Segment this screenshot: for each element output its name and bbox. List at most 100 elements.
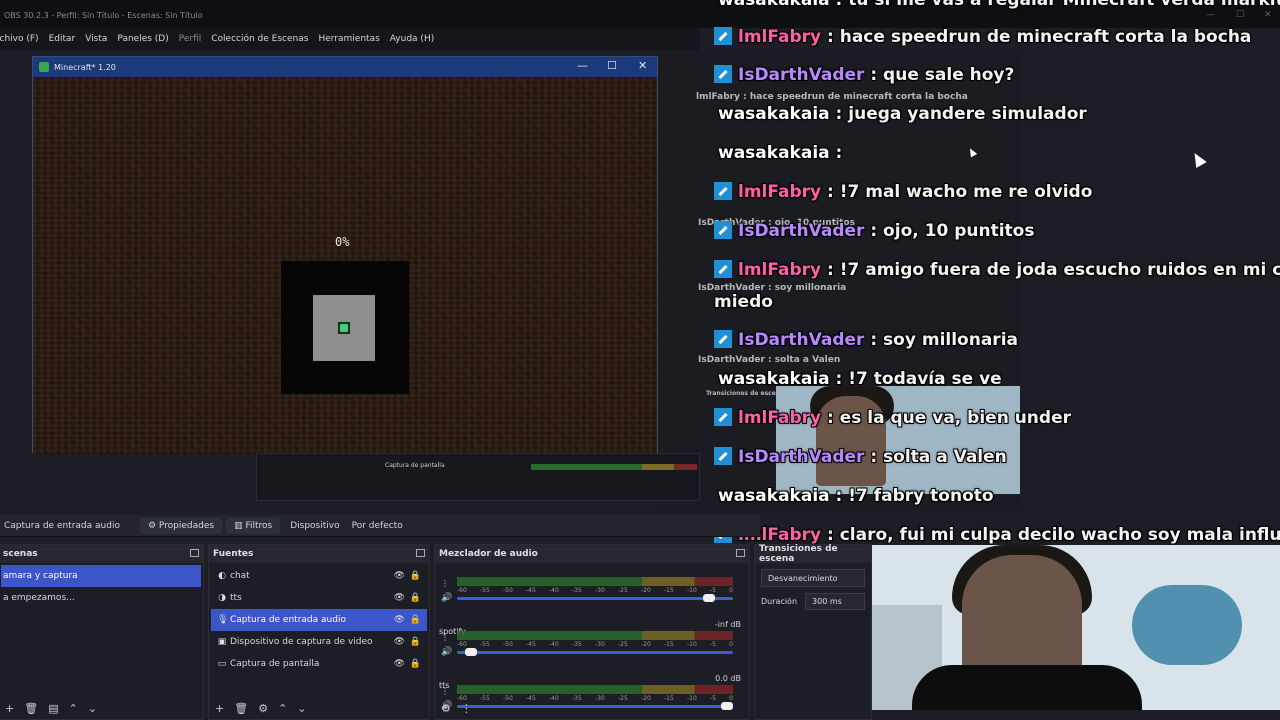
obs-preview-ghost: Captura de pantalla — [256, 453, 700, 501]
meter-tick: -15 — [664, 587, 674, 594]
chat-message: lmlFabry : es la que va, bien under — [714, 408, 1071, 428]
device-select[interactable]: Por defecto — [352, 521, 403, 531]
volume-slider-knob[interactable] — [464, 648, 477, 656]
maximize-icon[interactable]: ☐ — [1236, 10, 1244, 20]
lock-icon[interactable]: 🔒 — [410, 659, 421, 669]
arrow-down-icon[interactable]: ⌄ — [297, 702, 306, 715]
context-source-name: Captura de entrada audio — [4, 520, 120, 531]
source-item[interactable]: ◑ tts 👁 🔒 — [211, 587, 427, 609]
menu-ayuda[interactable]: Ayuda (H) — [390, 34, 434, 44]
lock-icon[interactable]: 🔒 — [410, 615, 421, 625]
chat-username: lmlFabry — [738, 260, 822, 280]
minecraft-loading-screen: 0% — [33, 77, 657, 454]
chat-username: wasakakaia — [718, 143, 830, 163]
lock-icon[interactable]: 🔒 — [410, 571, 421, 581]
scene-item[interactable]: a empezamos... — [1, 587, 201, 609]
source-item[interactable]: ◐ chat 👁 🔒 — [211, 565, 427, 587]
source-item[interactable]: 🎙 Captura de entrada audio 👁 🔒 — [211, 609, 427, 631]
transition-select[interactable]: Desvanecimiento — [761, 569, 865, 587]
minecraft-window[interactable]: Minecraft* 1.20 — ☐ ✕ 0% — [32, 56, 658, 454]
minecraft-titlebar[interactable]: Minecraft* 1.20 — ☐ ✕ — [33, 57, 657, 77]
chat-message: IsDarthVader : ojo, 10 puntitos — [714, 221, 1034, 241]
more-icon[interactable]: ⋮ — [441, 579, 449, 588]
source-label: chat — [230, 571, 250, 581]
eye-icon[interactable]: 👁 — [394, 571, 405, 581]
properties-button[interactable]: ⚙ Propiedades — [139, 517, 223, 534]
eye-icon[interactable]: 👁 — [394, 593, 405, 603]
volume-slider-knob[interactable] — [702, 594, 715, 602]
menu-paneles[interactable]: Paneles (D) — [117, 34, 168, 44]
popout-icon[interactable] — [190, 549, 199, 557]
webcam-preview-small — [776, 386, 1020, 494]
scene-item[interactable]: amara y captura — [1, 565, 201, 587]
meter-tick: -40 — [549, 641, 559, 648]
eye-icon[interactable]: 👁 — [394, 637, 405, 647]
gear-icon[interactable]: ⚙ — [258, 702, 268, 715]
minimize-icon[interactable]: — — [1206, 10, 1215, 20]
popout-icon[interactable] — [416, 549, 425, 557]
chat-username: lmlFabry — [738, 27, 822, 47]
menu-coleccion-escenas[interactable]: Colección de Escenas — [211, 34, 308, 44]
arrow-up-icon[interactable]: ⌃ — [69, 702, 78, 715]
menu-archivo[interactable]: rchivo (F) — [0, 34, 39, 44]
minimize-icon[interactable]: — — [577, 59, 588, 72]
channel-db: 0.0 dB — [715, 674, 741, 683]
menu-editar[interactable]: Editar — [49, 34, 76, 44]
add-icon[interactable]: + — [5, 702, 14, 715]
obs-title: OBS 30.2.3 - Perfil: Sin Título - Escena… — [4, 11, 203, 20]
speaker-icon[interactable]: 🔊 — [441, 593, 452, 603]
popout-icon[interactable] — [736, 549, 745, 557]
more-icon[interactable]: ⋮ — [461, 702, 472, 715]
chat-message: wasakakaia : — [718, 143, 842, 163]
filters-button[interactable]: ▥ Filtros — [226, 517, 281, 534]
chat-message: wasakakaia : tu si me vas a regalar Mine… — [718, 0, 1280, 10]
scene-label: amara y captura — [3, 571, 78, 581]
chat-text: : !7 todavía se ve — [829, 369, 1002, 389]
add-icon[interactable]: + — [215, 702, 224, 715]
menu-herramientas[interactable]: Herramientas — [318, 34, 379, 44]
trash-icon[interactable]: 🗑 — [234, 702, 248, 715]
duration-input[interactable]: 300 ms — [805, 593, 865, 610]
menu-perfil[interactable]: Perfil — [179, 34, 202, 44]
source-item[interactable]: ▣ Dispositivo de captura de video 👁 🔒 — [211, 631, 427, 653]
trash-icon[interactable]: 🗑 — [24, 702, 38, 715]
source-item[interactable]: ▭ Captura de pantalla 👁 🔒 — [211, 653, 427, 675]
menu-vista[interactable]: Vista — [85, 34, 107, 44]
more-icon[interactable]: ⋮ — [441, 633, 449, 642]
speaker-icon[interactable]: 🔊 — [441, 647, 452, 657]
meter-tick: -20 — [641, 587, 651, 594]
chat-username: lmlFabry — [738, 408, 822, 428]
lock-icon[interactable]: 🔒 — [410, 593, 421, 603]
chat-text: : !7 mal wacho me re olvido — [821, 182, 1093, 202]
sword-badge-icon — [714, 27, 732, 45]
close-icon[interactable]: ✕ — [1264, 10, 1272, 20]
scenes-dock: scenas amara y captura a empezamos... + … — [0, 544, 204, 720]
filter-icon[interactable]: ▤ — [48, 702, 58, 715]
chat-message: IsDarthVader : solta a Valen — [714, 447, 1007, 467]
meter-tick: -35 — [572, 641, 582, 648]
duration-label: Duración — [761, 597, 798, 606]
source-label: Captura de entrada audio — [230, 615, 346, 625]
eye-icon[interactable]: 👁 — [394, 659, 405, 669]
sword-badge-icon — [714, 330, 732, 348]
maximize-icon[interactable]: ☐ — [607, 59, 617, 72]
sword-badge-icon — [714, 447, 732, 465]
source-context-bar: Captura de entrada audio ⚙ Propiedades ▥… — [0, 515, 760, 537]
chat-username: lmlFabry — [738, 182, 822, 202]
lock-icon[interactable]: 🔒 — [410, 637, 421, 647]
source-label: Captura de pantalla — [230, 659, 320, 669]
eye-icon[interactable]: 👁 — [394, 615, 405, 625]
arrow-up-icon[interactable]: ⌃ — [278, 702, 287, 715]
device-label: Dispositivo — [290, 520, 340, 531]
loading-frame — [281, 261, 409, 394]
volume-slider[interactable] — [457, 597, 733, 600]
volume-slider[interactable] — [457, 651, 733, 654]
arrow-down-icon[interactable]: ⌄ — [88, 702, 97, 715]
close-icon[interactable]: ✕ — [638, 59, 647, 72]
chat-username: wasakakaia — [718, 486, 830, 506]
chat-username: IsDarthVader — [738, 330, 865, 350]
more-icon[interactable]: ⋮ — [441, 687, 449, 696]
gear-icon[interactable]: ⚙ — [441, 702, 451, 715]
chat-text: : que sale hoy? — [864, 65, 1015, 85]
duration-row: Duración 300 ms — [761, 593, 865, 610]
